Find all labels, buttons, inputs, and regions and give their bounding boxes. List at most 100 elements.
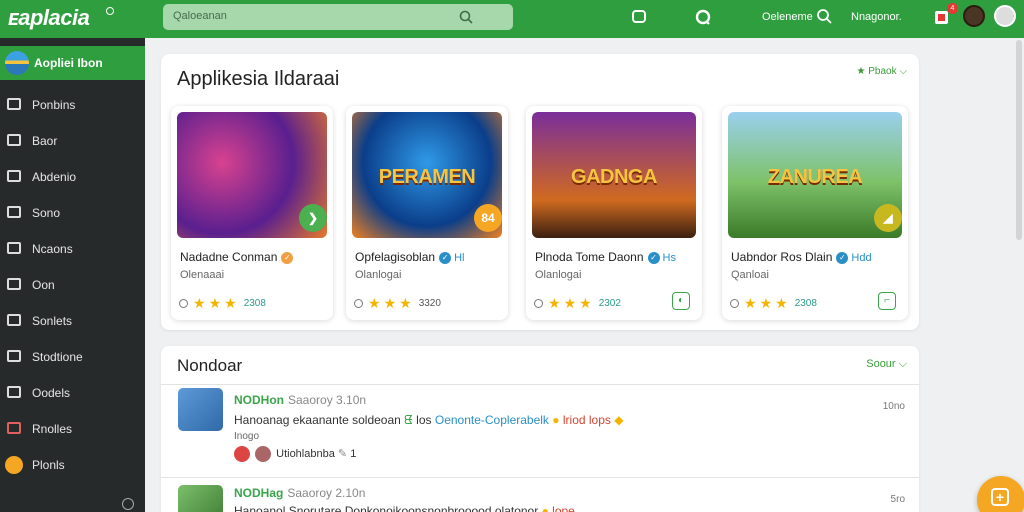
star-icon: ★ bbox=[744, 295, 757, 311]
info-icon bbox=[534, 298, 543, 308]
logo-badge-icon bbox=[106, 7, 114, 15]
app-card[interactable]: ❯ Nadadne Conman ✓ Olenaaai ★ ★ ★ 2308 bbox=[171, 106, 333, 320]
sidebar-item-sonlets[interactable]: Sonlets bbox=[0, 307, 145, 333]
star-icon: ★ bbox=[856, 66, 866, 77]
app-name[interactable]: Opfelagisoblan ✓ Hl bbox=[355, 250, 464, 264]
sidebar-header-label: Aopliei Ibon bbox=[34, 56, 103, 70]
feed-post-meta: Saaoroy 2.10n bbox=[287, 486, 366, 500]
sidebar-item-baor[interactable]: Baor bbox=[0, 127, 145, 153]
chevron-down-icon: ⌵ bbox=[899, 66, 907, 77]
app-thumbnail[interactable]: GADNGA bbox=[532, 112, 696, 238]
feed-title: Nondoar bbox=[177, 356, 243, 375]
sidebar-item-oon[interactable]: Oon bbox=[0, 271, 145, 297]
search-placeholder: Qaloeanan bbox=[173, 10, 227, 22]
featured-sort-label: Pbaok bbox=[868, 66, 897, 77]
star-icon: ★ bbox=[548, 295, 561, 311]
feed-post-text-a: Hanoanol Snorutare Donkonoikoonsnonbrooo… bbox=[234, 504, 539, 512]
sidebar-header[interactable]: Aopliei Ibon bbox=[0, 46, 145, 80]
app-badge-icon[interactable]: ◢ bbox=[874, 204, 902, 232]
feed-post-username[interactable]: NODHon bbox=[234, 393, 284, 407]
tag-icon bbox=[7, 170, 21, 182]
app-name[interactable]: Uabndor Ros Dlain ✓ Hdd bbox=[731, 250, 872, 264]
install-button[interactable]: ⌐ bbox=[878, 292, 896, 310]
sidebar-item-rnolles[interactable]: Rnolles bbox=[0, 415, 145, 441]
feed-post-user[interactable]: NODHag Saaoroy 2.10n bbox=[234, 486, 365, 500]
scrollbar[interactable] bbox=[1016, 40, 1022, 240]
avatar[interactable] bbox=[963, 5, 985, 27]
top-link-label[interactable]: Oeleneme bbox=[762, 11, 813, 23]
message-icon[interactable] bbox=[695, 9, 711, 25]
star-icon: ★ bbox=[579, 295, 592, 311]
star-icon: ★ bbox=[759, 295, 773, 311]
avatar[interactable] bbox=[994, 5, 1016, 27]
feed-post-meta: Saaoroy 3.10n bbox=[288, 393, 367, 407]
notification-badge: 4 bbox=[947, 3, 958, 14]
star-icon: ★ bbox=[563, 295, 577, 311]
feed-post-text-b: los bbox=[416, 413, 432, 427]
sidebar-item-sono[interactable]: Sono bbox=[0, 199, 145, 225]
feed-post-highlight: lriod lops bbox=[562, 413, 611, 427]
avatar[interactable] bbox=[178, 485, 223, 512]
divider bbox=[161, 477, 919, 478]
plus-icon: + bbox=[991, 488, 1009, 506]
app-name[interactable]: Nadadne Conman ✓ bbox=[180, 250, 294, 264]
info-icon bbox=[730, 298, 739, 308]
user-name[interactable]: Nnagonor. bbox=[851, 11, 902, 23]
app-card[interactable]: ZANUREA ◢ Uabndor Ros Dlain ✓ Hdd Qanloai ★ ★ ★ 2… bbox=[722, 106, 908, 320]
settings-icon[interactable] bbox=[122, 498, 134, 510]
verified-icon: ✓ bbox=[647, 251, 660, 264]
home-icon bbox=[7, 98, 21, 110]
feed-post-reactions[interactable]: Utiohlabnba ✎ 1 bbox=[234, 446, 356, 462]
app-name-label: Nadadne Conman bbox=[180, 250, 278, 264]
app-rating: ★ ★ ★ 2302 bbox=[534, 296, 621, 310]
sidebar-item-ncaons[interactable]: Ncaons bbox=[0, 235, 145, 261]
app-card[interactable]: GADNGA Plnoda Tome Daonn ✓ Hs Olanlogai ★ ★ ★ 23… bbox=[526, 106, 702, 320]
app-thumbnail-title: PERAMEN bbox=[378, 166, 476, 188]
sidebar-item-label: Ncaons bbox=[32, 242, 73, 256]
info-icon bbox=[354, 298, 363, 308]
sidebar-item-label: Plonls bbox=[32, 458, 65, 472]
app-card[interactable]: PERAMEN 84 Opfelagisoblan ✓ Hl Olanlogai ★ ★ ★ 33… bbox=[346, 106, 508, 320]
feed-post-time: 5ro bbox=[890, 494, 905, 505]
app-tag: Hl bbox=[454, 252, 465, 264]
sidebar-item-plonls[interactable]: Plonls bbox=[0, 451, 145, 477]
reaction-count: 1 bbox=[350, 447, 357, 460]
rating-count: 2308 bbox=[243, 297, 266, 309]
search-icon[interactable] bbox=[816, 8, 832, 24]
app-rating: ★ ★ ★ 2308 bbox=[179, 296, 266, 310]
sidebar-item-label: Rnolles bbox=[32, 422, 73, 436]
app-logo[interactable]: ᴇaplacia bbox=[8, 5, 90, 31]
sidebar-item-oodels[interactable]: Oodels bbox=[0, 379, 145, 405]
featured-sort-dropdown[interactable]: ★ Pbaok ⌵ bbox=[857, 66, 907, 77]
add-button[interactable]: + bbox=[977, 476, 1024, 512]
emoji-icon: ◆ bbox=[614, 413, 624, 427]
chat-icon[interactable] bbox=[631, 9, 647, 25]
feed-sort-dropdown[interactable]: Soour ⌵ bbox=[866, 358, 907, 371]
wrench-icon bbox=[7, 350, 21, 362]
info-icon bbox=[179, 298, 188, 308]
feed-post-link[interactable]: Oenonte-Coplerabelk bbox=[435, 413, 549, 427]
emoji-icon: ● bbox=[541, 504, 549, 512]
app-name[interactable]: Plnoda Tome Daonn ✓ Hs bbox=[535, 250, 676, 264]
top-bar: ᴇaplacia Qaloeanan Oeleneme Nnagonor. 4 bbox=[0, 0, 1024, 38]
featured-panel: Applikesia Ildaraai ★ Pbaok ⌵ ❯ Nadadne C… bbox=[161, 54, 919, 330]
rating-count: 3320 bbox=[418, 297, 441, 309]
search-input[interactable]: Qaloeanan bbox=[163, 4, 513, 30]
app-badge-icon[interactable]: ❯ bbox=[299, 204, 327, 232]
search-icon[interactable] bbox=[459, 10, 473, 24]
divider bbox=[161, 384, 919, 385]
feed-post-user[interactable]: NODHon Saaoroy 3.10n bbox=[234, 393, 366, 407]
sidebar-item-ponbins[interactable]: Ponbins bbox=[0, 91, 145, 117]
app-category: Olanlogai bbox=[535, 269, 582, 281]
featured-title: Applikesia Ildaraai bbox=[177, 68, 340, 90]
sidebar-item-stodtione[interactable]: Stodtione bbox=[0, 343, 145, 369]
sidebar-item-abdenio[interactable]: Abdenio bbox=[0, 163, 145, 189]
app-badge-icon[interactable]: 84 bbox=[474, 204, 502, 232]
avatar[interactable] bbox=[178, 388, 223, 431]
feed-panel: Nondoar Soour ⌵ NODHon Saaoroy 3.10n Hano… bbox=[161, 346, 919, 512]
star-icon: ★ bbox=[368, 295, 381, 311]
feed-post-username[interactable]: NODHag bbox=[234, 486, 283, 500]
app-tag: Hdd bbox=[851, 252, 872, 264]
avatar bbox=[255, 446, 272, 462]
install-button[interactable]: ◐ bbox=[672, 292, 690, 310]
